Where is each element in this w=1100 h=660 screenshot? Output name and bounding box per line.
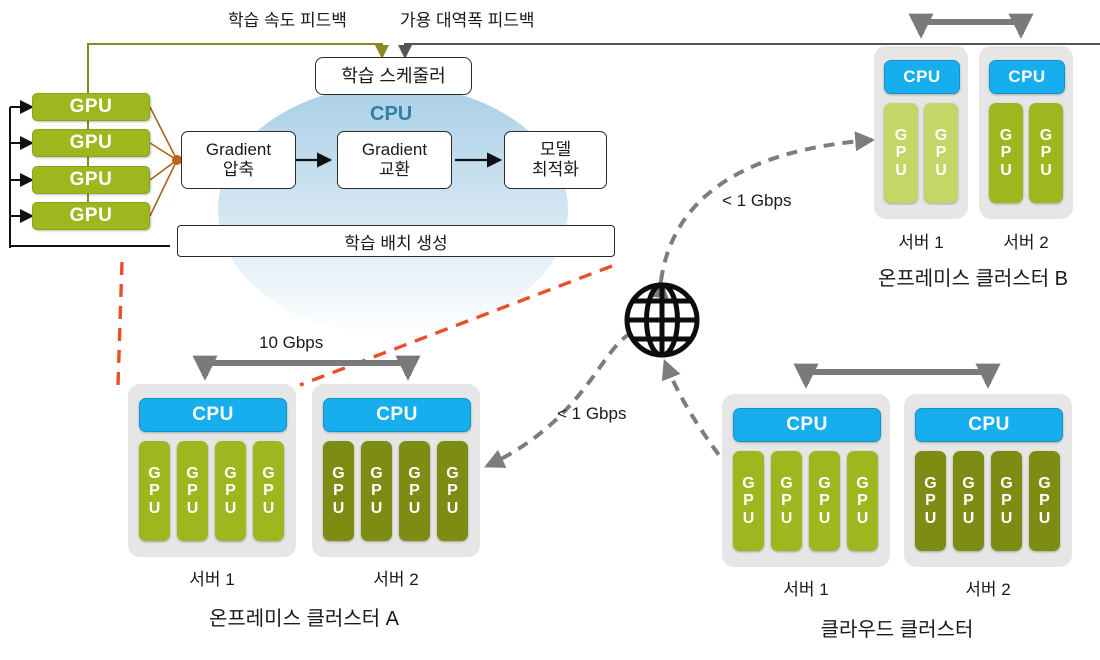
interconnect-a: [192, 355, 421, 381]
cloud-server-1: CPU GPU GPU GPU GPU: [722, 394, 890, 567]
gpu-chip: GPU: [809, 451, 840, 551]
gpu-chip: GPU: [177, 441, 208, 541]
cpu-chip: CPU: [989, 60, 1065, 94]
interconnect-b: [908, 13, 1034, 39]
gpu-chip: GPU: [915, 451, 946, 551]
detail-gpu-3: GPU: [32, 202, 150, 230]
pipeline-box-gradient-exchange: Gradient 교환: [337, 131, 452, 189]
batch-generation-box: 학습 배치 생성: [177, 225, 615, 257]
cluster-b-server-1: CPU GPU GPU: [874, 46, 968, 219]
pipeline-box-line1: Gradient: [361, 140, 428, 160]
gpu-chip: GPU: [771, 451, 802, 551]
cluster-b-title: 온프레미스 클러스터 B: [877, 268, 1069, 290]
cpu-chip: CPU: [733, 408, 881, 442]
gpu-chip: GPU: [733, 451, 764, 551]
gpu-chip: GPU: [884, 103, 918, 203]
gpu-chip: GPU: [215, 441, 246, 541]
pipeline-box-gradient-compression: Gradient 압축: [181, 131, 296, 189]
gpu-chip: GPU: [399, 441, 430, 541]
pipeline-box-line1: Gradient: [205, 140, 272, 160]
cpu-chip: CPU: [139, 398, 287, 432]
gpu-chip: GPU: [989, 103, 1023, 203]
cloud-cluster-title: 클라우드 클러스터: [820, 619, 974, 641]
cpu-chip: CPU: [915, 408, 1063, 442]
cpu-chip: CPU: [884, 60, 960, 94]
cluster-a-server-1: CPU GPU GPU GPU GPU: [128, 384, 296, 557]
globe-icon: [623, 281, 701, 359]
detail-gpu-1: GPU: [32, 129, 150, 157]
gpu-chip: GPU: [437, 441, 468, 541]
cluster-a-server-2-label: 서버 2: [373, 570, 419, 589]
wan-label-a: < 1 Gbps: [557, 404, 627, 423]
detail-gpu-2: GPU: [32, 166, 150, 194]
wan-link-a: [484, 331, 633, 468]
pipeline-box-model-optimization: 모델 최적화: [504, 131, 607, 189]
cpu-chip: CPU: [323, 398, 471, 432]
cluster-a-server-1-label: 서버 1: [189, 570, 235, 589]
gpu-chip: GPU: [953, 451, 984, 551]
cluster-b-server-2-label: 서버 2: [1003, 233, 1049, 252]
pipeline-box-line2: 압축: [222, 160, 255, 179]
diagram-canvas: GPU GPU GPU GPU 학습 속도 피드백 가용 대역폭 피드백 학습 …: [0, 0, 1100, 660]
gpu-chip: GPU: [253, 441, 284, 541]
interconnect-cloud: [793, 363, 1001, 389]
cluster-b-server-2: CPU GPU GPU: [979, 46, 1073, 219]
cpu-dome-label: CPU: [370, 103, 413, 125]
cluster-b-server-1-label: 서버 1: [898, 233, 944, 252]
cluster-a-server-2: CPU GPU GPU GPU GPU: [312, 384, 480, 557]
feedback-label-bandwidth: 가용 대역폭 피드백: [400, 11, 535, 30]
detail-gpu-0: GPU: [32, 93, 150, 121]
wan-label-b: < 1 Gbps: [722, 191, 792, 210]
feedback-label-training-speed: 학습 속도 피드백: [228, 11, 347, 30]
gpu-chip: GPU: [1029, 451, 1060, 551]
gpu-chip: GPU: [847, 451, 878, 551]
gpu-chip: GPU: [991, 451, 1022, 551]
gpu-chip: GPU: [139, 441, 170, 541]
gpu-chip: GPU: [361, 441, 392, 541]
cloud-server-1-label: 서버 1: [783, 580, 829, 599]
pipeline-box-line2: 교환: [378, 160, 411, 179]
cloud-server-2: CPU GPU GPU GPU GPU: [904, 394, 1072, 567]
gpu-chip: GPU: [323, 441, 354, 541]
cloud-server-2-label: 서버 2: [965, 580, 1011, 599]
cluster-a-title: 온프레미스 클러스터 A: [208, 608, 400, 630]
gpu-chip: GPU: [924, 103, 958, 203]
interconnect-label-a: 10 Gbps: [259, 333, 324, 352]
wan-link-cloud: [661, 359, 749, 490]
pipeline-box-line1: 모델: [539, 140, 572, 160]
pipeline-box-line2: 최적화: [532, 160, 579, 179]
scheduler-box: 학습 스케줄러: [315, 57, 472, 95]
gpu-chip: GPU: [1029, 103, 1063, 203]
